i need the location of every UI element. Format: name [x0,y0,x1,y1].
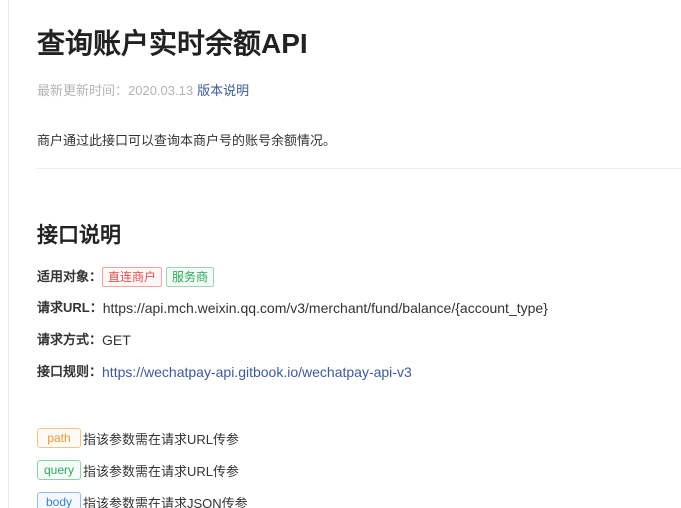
page-title: 查询账户实时余额API [37,28,308,59]
update-meta: 最新更新时间：2020.03.13 版本说明 [37,82,249,100]
section-divider [37,168,681,169]
left-border [8,0,9,508]
tag-direct-merchant: 直连商户 [102,267,163,287]
path-tag: path [37,428,81,448]
section-title-api: 接口说明 [37,224,121,247]
applicable-row: 适用对象： 直连商户 服务商 [37,267,218,287]
request-method-label: 请求方式： [37,332,103,347]
path-legend-text: 指该参数需在请求URL传参 [83,431,240,447]
version-notes-link[interactable]: 版本说明 [197,83,249,98]
body-legend-text: 指该参数需在请求JSON传参 [83,495,248,508]
request-url-label: 请求URL： [37,300,103,315]
request-url-row: 请求URL： https://api.mch.weixin.qq.com/v3/… [37,298,548,318]
param-legend-query: query 指该参数需在请求URL传参 [37,460,239,480]
param-legend-body: body 指该参数需在请求JSON传参 [37,492,248,508]
applicable-label: 适用对象： [37,269,103,284]
param-legend-path: path 指该参数需在请求URL传参 [37,428,239,448]
request-method-row: 请求方式： GET [37,330,131,350]
tag-service-provider: 服务商 [166,267,215,287]
query-tag: query [37,460,81,480]
api-rule-link[interactable]: https://wechatpay-api.gitbook.io/wechatp… [102,362,412,382]
api-rule-label: 接口规则： [37,364,103,379]
api-rule-row: 接口规则： https://wechatpay-api.gitbook.io/w… [37,362,412,382]
update-time-label: 最新更新时间： [37,83,129,98]
body-tag: body [37,492,81,508]
request-url-value: https://api.mch.weixin.qq.com/v3/merchan… [102,300,548,316]
query-legend-text: 指该参数需在请求URL传参 [83,463,240,479]
intro-text: 商户通过此接口可以查询本商户号的账号余额情况。 [37,133,337,148]
update-date: 2020.03.13 [128,83,194,98]
doc-page: 查询账户实时余额API 最新更新时间：2020.03.13 版本说明 商户通过此接… [0,0,681,508]
request-method-value: GET [102,332,131,348]
